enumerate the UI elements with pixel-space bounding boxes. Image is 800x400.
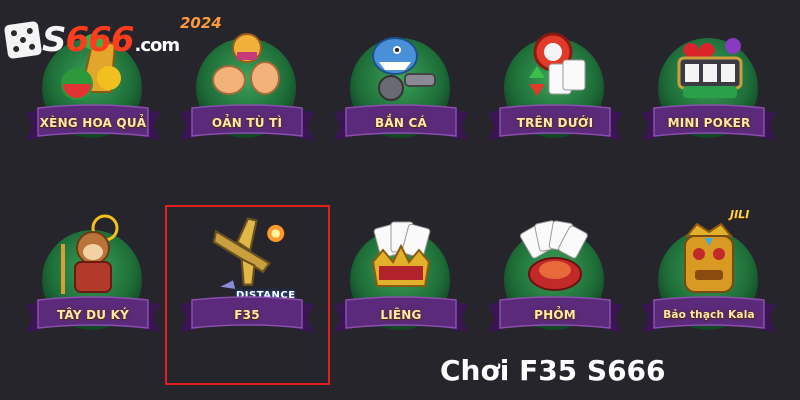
game-label: XÈNG HOA QUẢ: [39, 116, 147, 130]
game-label: LIÊNG: [380, 308, 422, 322]
game-label: PHỎM: [534, 308, 576, 322]
golden-mask-icon: [684, 222, 734, 293]
game-tile-tren-duoi[interactable]: TRÊN DƯỚI: [480, 8, 630, 168]
site-logo[interactable]: S666.com 2024: [3, 14, 222, 60]
game-tile-tay-du-ky[interactable]: TÂY DU KÝ: [18, 200, 168, 360]
shark-gun-icon: [372, 37, 436, 101]
monkey-king-icon: [61, 214, 119, 294]
jili-badge: JILI: [730, 208, 750, 221]
game-tile-ban-ca[interactable]: BẮN CÁ: [326, 8, 476, 168]
game-label: Bảo thạch Kala: [663, 309, 755, 321]
slot-wild-icon: [677, 38, 743, 98]
game-label: MINI POKER: [667, 116, 751, 130]
game-label: OẢN TÙ TÌ: [211, 116, 283, 130]
game-tile-mini-poker[interactable]: MINI POKER: [634, 8, 784, 168]
cards-crown-icon: [371, 221, 431, 287]
logo-letter: S: [42, 20, 66, 60]
logo-year: 2024: [180, 14, 222, 32]
game-label: TÂY DU KÝ: [57, 308, 129, 322]
game-tile-lieng[interactable]: LIÊNG: [326, 200, 476, 360]
card-fan-icon: [519, 220, 588, 291]
caption-text: Chơi F35 S666: [440, 354, 666, 387]
rock-paper-scissors-icon: [212, 33, 280, 95]
game-tile-oan-tu-ti[interactable]: OẢN TÙ TÌ: [172, 8, 322, 168]
logo-domain: .com: [134, 35, 180, 56]
game-grid: XÈNG HOA QUẢ OẢN TÙ TÌ BẮN CÁ TRÊN DƯỚI …: [0, 0, 800, 400]
game-label: BẮN CÁ: [375, 116, 427, 130]
game-label: TRÊN DƯỚI: [516, 116, 594, 130]
logo-number: 666: [65, 20, 135, 60]
game-tile-phom[interactable]: PHỎM: [480, 200, 630, 360]
dice-icon: [3, 20, 43, 60]
game-tile-bao-thach-kala[interactable]: JILI Bảo thạch Kala: [634, 200, 784, 360]
selection-highlight: [165, 205, 330, 385]
cards-chip-icon: [529, 32, 586, 96]
